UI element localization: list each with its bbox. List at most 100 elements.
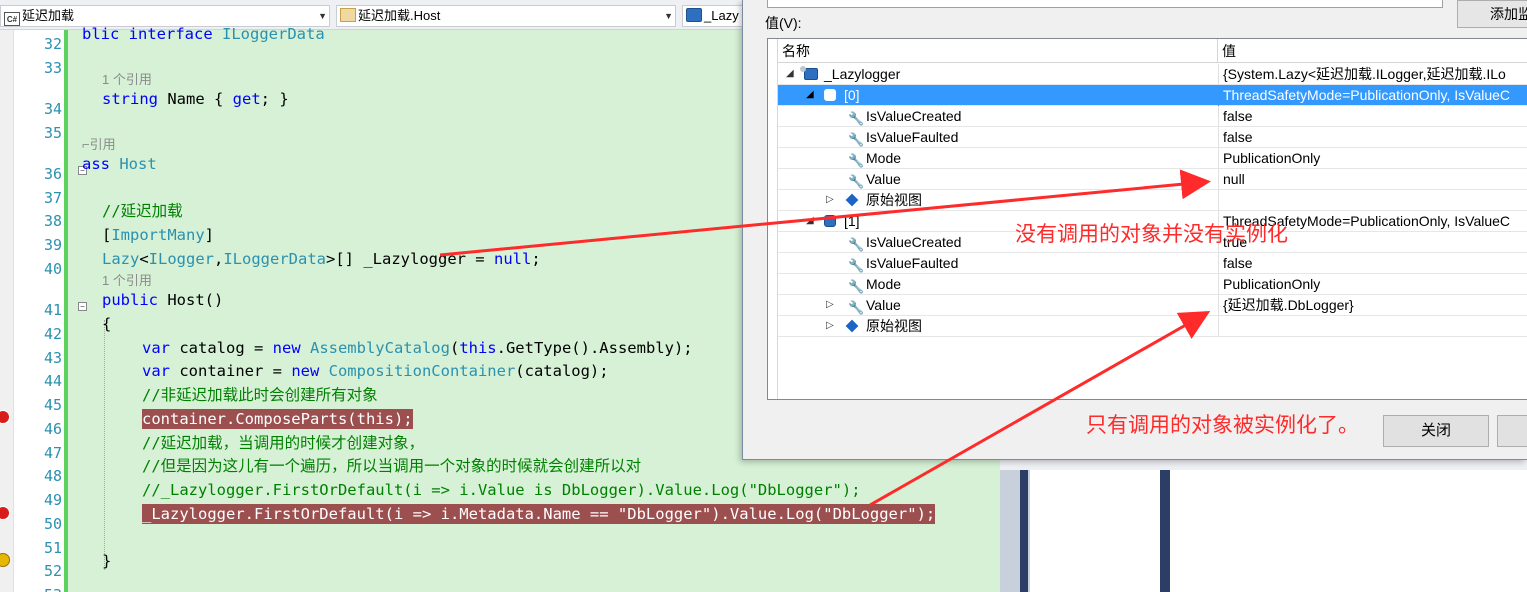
reference-count-lens[interactable]: 1 个引用 [102, 273, 152, 289]
wrench-icon: 🔧 [848, 258, 865, 273]
expand-triangle-icon[interactable]: ▷ [826, 300, 834, 310]
watch-row-value: false [1218, 253, 1527, 274]
code-token: new [291, 362, 329, 380]
code-token: >[] _Lazylogger = [326, 250, 494, 268]
code-token: ImportMany [111, 226, 205, 244]
line-number: 36 [43, 165, 62, 183]
watch-row[interactable]: 🔧 IsValueFaulted false [778, 127, 1527, 148]
breakpoint-icon[interactable] [0, 506, 10, 520]
code-token: , [214, 250, 224, 268]
wrench-icon: 🔧 [848, 132, 865, 147]
watch-row[interactable]: ◢ [0] ThreadSafetyMode=PublicationOnly, … [778, 85, 1527, 106]
expand-triangle-icon[interactable]: ▷ [826, 321, 834, 331]
current-statement-icon[interactable] [0, 553, 10, 567]
line-number: 45 [43, 396, 62, 414]
line-number: 34 [43, 100, 62, 118]
background-divider [1160, 470, 1170, 592]
annotation-not-instantiated: 没有调用的对象并没有实例化 [1015, 222, 1288, 246]
grid-row-margin [768, 39, 778, 399]
watch-row[interactable]: 🔧 IsValueCreated false [778, 106, 1527, 127]
code-line-50: _Lazylogger.FirstOrDefault(i => i.Metada… [142, 504, 936, 524]
watch-row-name: IsValueCreated [866, 108, 962, 124]
code-line-34: string Name { get; } [102, 89, 289, 109]
watch-row-value: PublicationOnly [1218, 148, 1527, 169]
code-token: ( [449, 339, 460, 357]
object-icon [824, 215, 836, 227]
line-number: 42 [43, 325, 62, 343]
collapse-triangle-icon[interactable]: ◢ [786, 69, 794, 79]
watch-row-name: Value [866, 297, 901, 313]
collapse-triangle-icon[interactable]: ◢ [806, 90, 814, 100]
watch-row-name: [1] [844, 213, 860, 229]
watch-row[interactable]: 🔧 Mode PublicationOnly [778, 148, 1527, 169]
watch-row[interactable]: 🔧 Value null [778, 169, 1527, 190]
code-token: interface [128, 25, 222, 43]
watch-row-value: false [1218, 106, 1527, 127]
line-number: 51 [43, 539, 62, 557]
class-icon [340, 8, 356, 22]
watch-row[interactable]: ◢ _Lazylogger {System.Lazy<延迟加载.ILogger,… [778, 64, 1527, 85]
wrench-icon: 🔧 [848, 174, 865, 189]
code-line-41: public Host() [102, 290, 223, 310]
code-token: ass [82, 155, 120, 173]
close-button[interactable]: 关闭 [1383, 415, 1489, 447]
code-line-36: ass Host [82, 154, 157, 174]
wrench-icon: 🔧 [848, 237, 865, 252]
line-number: 53 [44, 585, 62, 592]
watch-row[interactable]: ▷ 🔧 Value {延迟加载.DbLogger} [778, 295, 1527, 316]
breakpoint-margin[interactable] [0, 30, 14, 592]
watch-row-value: {延迟加载.DbLogger} [1218, 295, 1527, 316]
expression-input[interactable] [767, 0, 1443, 8]
line-number: 52 [43, 562, 62, 580]
watch-row[interactable]: ▷ 原始视图 [778, 190, 1527, 211]
add-watch-button[interactable]: 添加监 [1457, 0, 1527, 28]
column-header-name[interactable]: 名称 [778, 39, 1218, 63]
indent-guide [104, 320, 105, 570]
watch-row-value: false [1218, 127, 1527, 148]
class-dropdown[interactable]: 延迟加载.Host ▼ [336, 5, 676, 27]
line-number: 38 [43, 212, 62, 230]
expand-triangle-icon[interactable]: ▷ [826, 195, 834, 205]
watch-row-value: PublicationOnly [1218, 274, 1527, 295]
background-window-strip [1000, 470, 1527, 592]
watch-row-name: [0] [844, 87, 860, 103]
code-token: "DbLogger" [617, 505, 712, 523]
field-icon [686, 8, 702, 22]
code-token: Lazy [102, 250, 140, 268]
line-number: 44 [43, 372, 62, 390]
collapse-icon[interactable]: − [78, 302, 87, 311]
code-token: Host [119, 155, 157, 173]
member-dropdown-label: _Lazy [704, 8, 739, 23]
chevron-down-icon: ▼ [664, 11, 673, 21]
watch-row-name: 原始视图 [866, 192, 922, 208]
object-icon [824, 89, 836, 101]
reference-corner-icon: ⌐ [82, 137, 90, 152]
breakpoint-icon[interactable] [0, 410, 10, 424]
code-line-42: { [102, 315, 112, 333]
code-token: .GetType().Assembly); [496, 339, 693, 357]
field-icon [800, 66, 818, 80]
reference-count-lens[interactable]: ⌐引用 [82, 137, 116, 153]
reference-count-lens[interactable]: 1 个引用 [102, 72, 152, 88]
collapse-triangle-icon[interactable]: ◢ [806, 216, 814, 226]
code-line-45: //非延迟加载此时会创建所有对象 [142, 386, 378, 404]
code-token: < [139, 250, 149, 268]
code-line-48: //但是因为这儿有一个遍历，所以当调用一个对象的时候就会创建所以对 [142, 457, 642, 475]
watch-row[interactable]: 🔧 Mode PublicationOnly [778, 274, 1527, 295]
background-divider [1020, 470, 1028, 592]
line-number: 46 [43, 420, 62, 438]
column-header-value[interactable]: 值 [1218, 39, 1527, 63]
watch-row-name: IsValueFaulted [866, 129, 959, 145]
code-token: null [493, 250, 532, 268]
raw-view-icon [845, 193, 859, 207]
watch-row[interactable]: ▷ 原始视图 [778, 316, 1527, 337]
code-token: [ [102, 226, 112, 244]
line-number: 43 [43, 349, 62, 367]
line-number: 32 [43, 35, 62, 53]
code-token: get [232, 90, 261, 108]
code-line-40: Lazy<ILogger,ILoggerData>[] _Lazylogger … [102, 249, 541, 269]
watch-row[interactable]: 🔧 IsValueFaulted false [778, 253, 1527, 274]
code-token: AssemblyCatalog [309, 339, 450, 357]
help-button[interactable] [1497, 415, 1527, 447]
code-token: ); [916, 505, 936, 523]
